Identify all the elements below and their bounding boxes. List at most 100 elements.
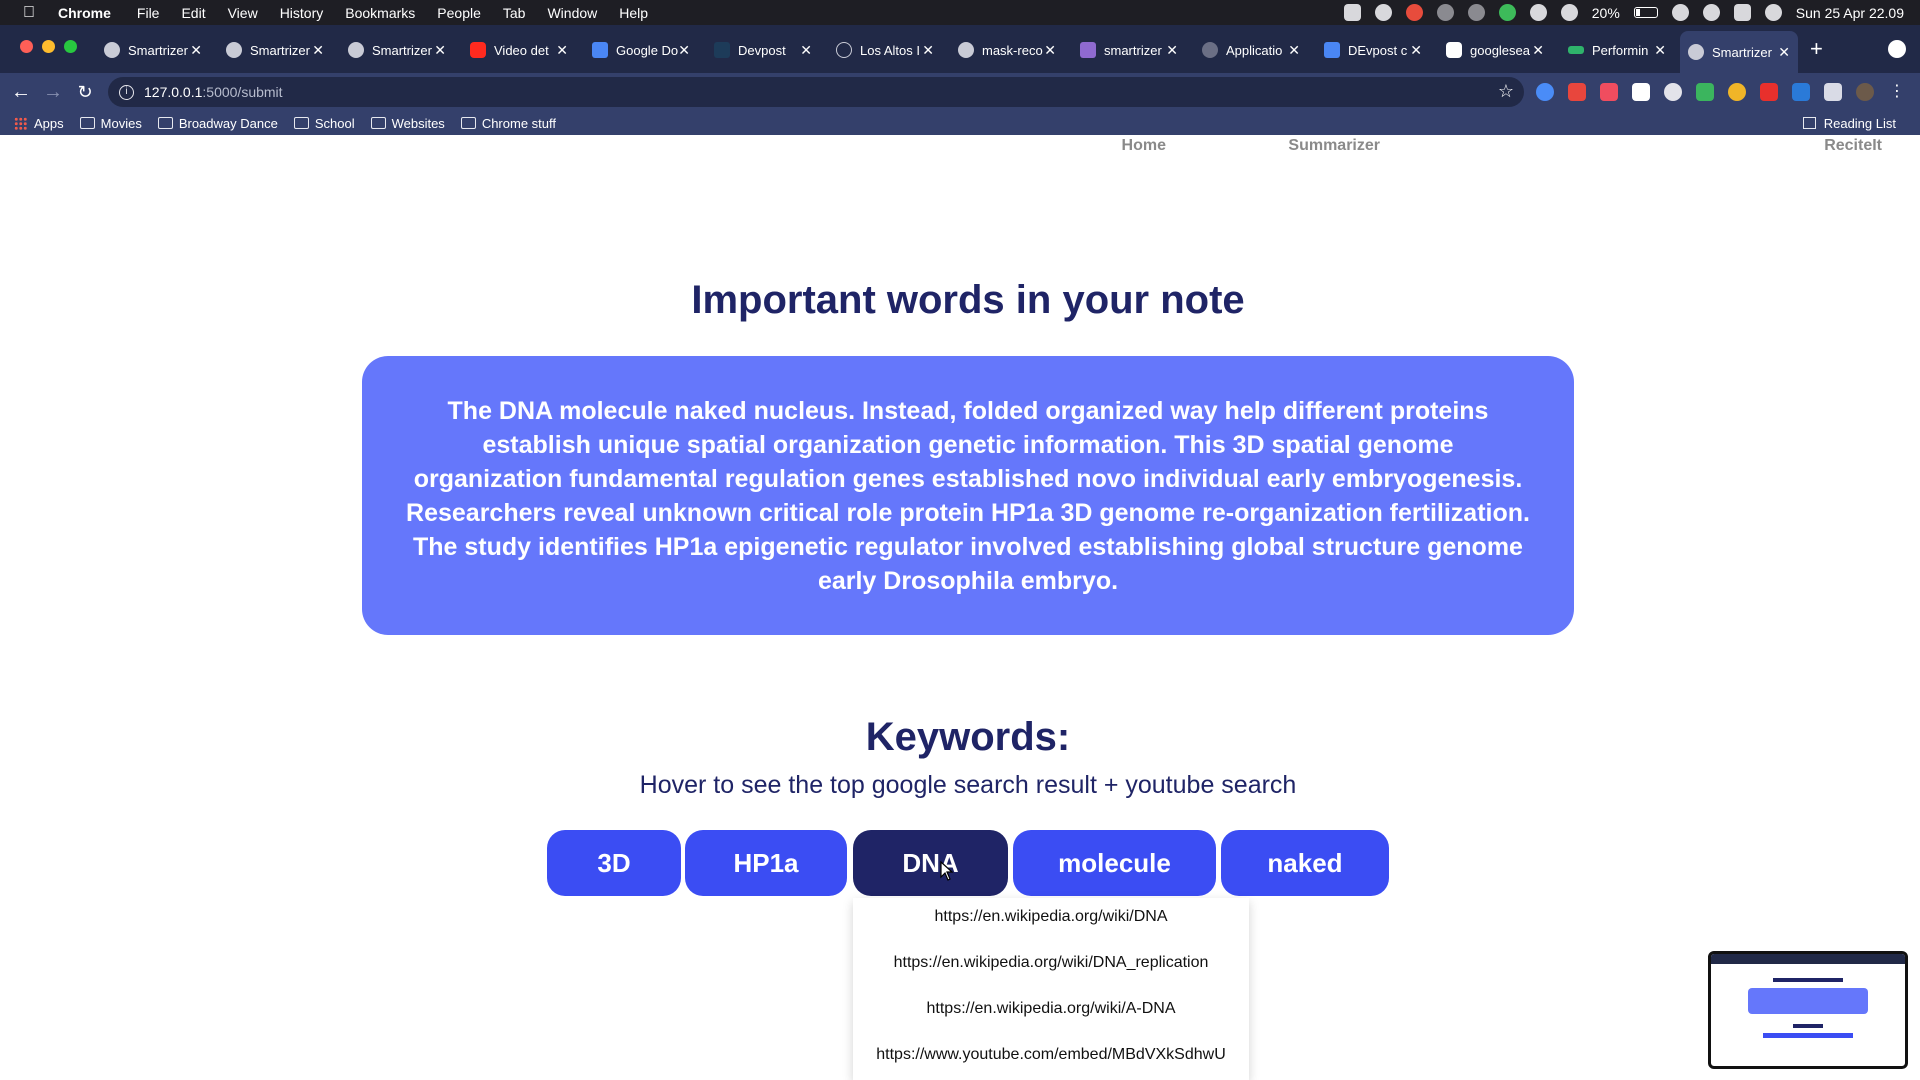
menu-file[interactable]: File: [137, 5, 160, 21]
dropdown-link-wikipedia-dna-replication[interactable]: https://en.wikipedia.org/wiki/DNA_replic…: [853, 954, 1249, 972]
apple-menu-icon[interactable]: : [20, 4, 38, 22]
minimize-window-button[interactable]: [42, 40, 55, 53]
keywords-title: Keywords:: [865, 715, 1071, 759]
dropdown-link-wikipedia-dna[interactable]: https://en.wikipedia.org/wiki/DNA: [853, 908, 1249, 926]
extension-check-icon[interactable]: [1536, 83, 1554, 101]
tab-close-icon[interactable]: ✕: [1532, 42, 1544, 59]
back-arrow-icon[interactable]: ←: [8, 79, 34, 105]
site-info-icon[interactable]: i: [119, 84, 134, 100]
tab-close-icon[interactable]: ✕: [678, 42, 690, 59]
dropdown-link-youtube[interactable]: https://www.youtube.com/embed/MBdVXkSdhw…: [853, 1046, 1249, 1064]
nav-home-link[interactable]: Home: [1122, 137, 1166, 155]
tab-smartrizer-hackathon[interactable]: smartrizer ✕: [1080, 36, 1180, 64]
tab-close-icon[interactable]: ✕: [1044, 42, 1056, 59]
menu-window[interactable]: Window: [547, 5, 597, 21]
siri-icon[interactable]: [1764, 4, 1782, 21]
forward-arrow-icon[interactable]: →: [40, 79, 66, 105]
tab-mask-recognition[interactable]: mask-reco ✕: [958, 36, 1058, 64]
dropdown-link-wikipedia-a-dna[interactable]: https://en.wikipedia.org/wiki/A-DNA: [853, 1000, 1249, 1018]
bookmark-folder-websites[interactable]: Websites: [370, 116, 445, 131]
tab-close-icon[interactable]: ✕: [922, 42, 934, 59]
control-center-icon[interactable]: [1733, 4, 1751, 21]
tab-favicon-icon: [1568, 46, 1584, 54]
menu-tab[interactable]: Tab: [503, 5, 526, 21]
tab-performing[interactable]: Performin ✕: [1568, 36, 1668, 64]
tab-smartrizer-1[interactable]: Smartrizer ✕: [104, 36, 204, 64]
close-window-button[interactable]: [20, 40, 33, 53]
keywords-hint: Hover to see the top google search resul…: [639, 771, 1297, 799]
screenshot-thumbnail[interactable]: [1708, 951, 1908, 1069]
address-bar[interactable]: i 127.0.0.1:5000/submit ☆: [108, 77, 1524, 107]
tab-close-icon[interactable]: ✕: [800, 42, 812, 59]
moon-icon[interactable]: [1560, 4, 1578, 21]
wifi-icon[interactable]: [1671, 4, 1689, 21]
focus-icon[interactable]: [1374, 4, 1392, 21]
keyword-button-naked[interactable]: naked: [1221, 830, 1389, 896]
menu-people[interactable]: People: [437, 5, 481, 21]
bookmark-folder-broadway-dance[interactable]: Broadway Dance: [157, 116, 278, 131]
bookmark-star-icon[interactable]: ☆: [1498, 81, 1514, 102]
extension-rocket-icon[interactable]: [1664, 83, 1682, 101]
menu-history[interactable]: History: [280, 5, 324, 21]
keyword-button-molecule[interactable]: molecule: [1013, 830, 1216, 896]
menu-help[interactable]: Help: [619, 5, 648, 21]
play-icon[interactable]: [1436, 4, 1454, 21]
tab-close-icon[interactable]: ✕: [434, 42, 446, 59]
extension-todoist-icon[interactable]: [1568, 83, 1586, 101]
video-icon[interactable]: [1343, 4, 1361, 21]
tab-application[interactable]: Applicatio ✕: [1202, 36, 1302, 64]
tab-smartrizer-2[interactable]: Smartrizer ✕: [226, 36, 326, 64]
new-tab-button[interactable]: +: [1810, 36, 1823, 62]
extension-color-icon[interactable]: [1728, 83, 1746, 101]
extension-notion-icon[interactable]: [1632, 83, 1650, 101]
nav-summarizer-link[interactable]: Summarizer: [1288, 137, 1380, 155]
menu-bookmarks[interactable]: Bookmarks: [345, 5, 415, 21]
extension-bug-icon[interactable]: [1600, 83, 1618, 101]
extensions-puzzle-icon[interactable]: [1824, 83, 1842, 101]
tab-close-icon[interactable]: ✕: [1654, 42, 1666, 59]
menu-edit[interactable]: Edit: [181, 5, 205, 21]
tab-close-icon[interactable]: ✕: [312, 42, 324, 59]
menu-view[interactable]: View: [228, 5, 258, 21]
media-icon[interactable]: [1529, 4, 1547, 21]
battery-icon[interactable]: [1633, 7, 1658, 18]
profile-avatar[interactable]: [1856, 83, 1874, 101]
extension-calendar-icon[interactable]: [1792, 83, 1810, 101]
tab-close-icon[interactable]: ✕: [1166, 42, 1178, 59]
tab-close-icon[interactable]: ✕: [1410, 42, 1422, 59]
extension-m-icon[interactable]: [1760, 83, 1778, 101]
tab-close-icon[interactable]: ✕: [190, 42, 202, 59]
reading-list-button[interactable]: Reading List: [1802, 111, 1896, 135]
notification-icon[interactable]: [1405, 4, 1423, 21]
tab-devpost-doc[interactable]: DEvpost c ✕: [1324, 36, 1424, 64]
reload-icon[interactable]: ↻: [72, 79, 98, 105]
bookmark-apps[interactable]: Apps: [14, 116, 64, 131]
menu-app-name[interactable]: Chrome: [58, 5, 111, 21]
tab-google-docs[interactable]: Google Do ✕: [592, 36, 692, 64]
fullscreen-window-button[interactable]: [64, 40, 77, 53]
keyword-button-3d[interactable]: 3D: [547, 830, 681, 896]
tab-devpost[interactable]: Devpost ✕: [714, 36, 814, 64]
keyword-button-hp1a[interactable]: HP1a: [685, 830, 847, 896]
tab-close-icon[interactable]: ✕: [556, 42, 568, 59]
cloud-icon[interactable]: [1467, 4, 1485, 21]
bookmark-folder-chrome-stuff[interactable]: Chrome stuff: [460, 116, 556, 131]
extensions-row: ⋮: [1536, 83, 1906, 101]
extension-shield-icon[interactable]: [1696, 83, 1714, 101]
keyword-button-dna[interactable]: DNA: [853, 830, 1008, 896]
tab-close-icon[interactable]: ✕: [1288, 42, 1300, 59]
tab-close-icon[interactable]: ✕: [1778, 44, 1790, 61]
nav-reciteit-link[interactable]: ReciteIt: [1824, 137, 1882, 155]
menubar-clock[interactable]: Sun 25 Apr 22.09: [1796, 5, 1904, 21]
tab-github-smartrizer[interactable]: Smartrizer ✕: [348, 36, 448, 64]
bookmark-folder-school[interactable]: School: [293, 116, 355, 131]
tab-youtube-video[interactable]: Video det ✕: [470, 36, 570, 64]
tab-smartrizer-active[interactable]: Smartrizer ✕: [1680, 31, 1798, 73]
tab-search-icon[interactable]: [1888, 40, 1906, 58]
chrome-menu-icon[interactable]: ⋮: [1888, 83, 1906, 101]
tab-los-altos[interactable]: Los Altos I ✕: [836, 36, 936, 64]
bookmark-folder-movies[interactable]: Movies: [79, 116, 142, 131]
chat-icon[interactable]: [1498, 4, 1516, 21]
tab-googlesearch[interactable]: googlesea ✕: [1446, 36, 1546, 64]
spotlight-icon[interactable]: [1702, 4, 1720, 21]
